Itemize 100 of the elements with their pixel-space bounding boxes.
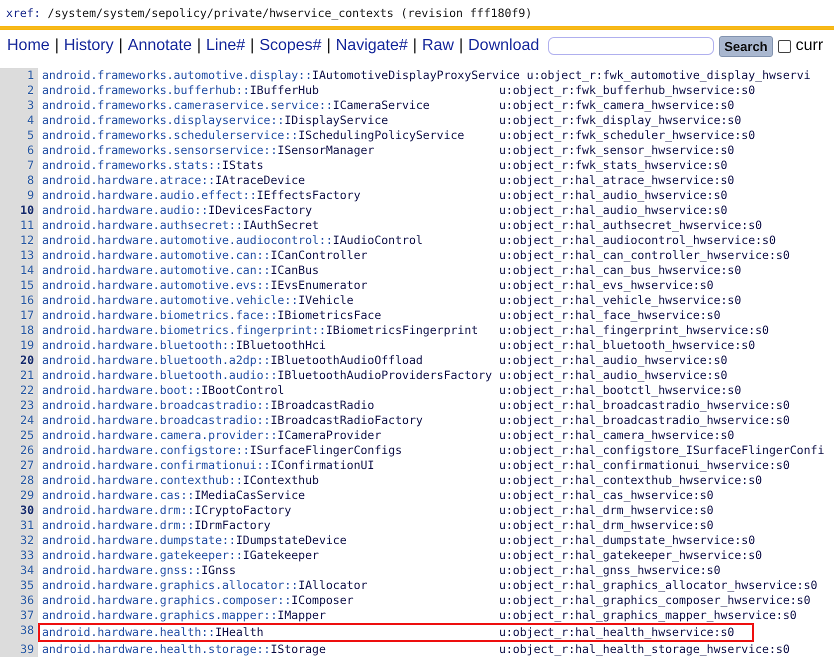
interface-name: IBiometricsFingerprint (326, 323, 478, 337)
line-number: 36 (0, 593, 38, 608)
nav-link[interactable]: Download (468, 37, 540, 55)
package-link[interactable]: android.hardware.graphics.mapper:: (42, 608, 278, 622)
package-link[interactable]: android.hardware.atrace:: (42, 173, 216, 187)
line-number: 33 (0, 548, 38, 563)
package-link[interactable]: android.hardware.automotive.audiocontrol:: (42, 233, 333, 247)
interface-name: IDumpstateDevice (236, 533, 347, 547)
line-number: 38 (0, 623, 38, 642)
package-link[interactable]: android.frameworks.displayservice:: (42, 113, 284, 127)
package-link[interactable]: android.hardware.broadcastradio:: (42, 398, 270, 412)
package-link[interactable]: android.hardware.bluetooth.a2dp:: (42, 353, 270, 367)
security-context: u:object_r:hal_audio_hwservice:s0 (498, 203, 728, 218)
interface-name: IMediaCasService (194, 488, 306, 502)
line-number: 18 (0, 323, 38, 338)
package-link[interactable]: android.hardware.boot:: (42, 383, 202, 397)
interface-name: ISchedulingPolicyService (298, 128, 464, 142)
security-context: u:object_r:hal_fingerprint_hwservice:s0 (498, 323, 769, 338)
checkbox[interactable] (778, 40, 791, 52)
line-number: 2 (0, 83, 38, 98)
package-link[interactable]: android.frameworks.stats:: (42, 158, 222, 172)
line-number: 11 (0, 218, 38, 233)
security-context: u:object_r:fwk_automotive_display_hwservi (526, 68, 811, 83)
package-link[interactable]: android.frameworks.cameraservice.service:: (42, 98, 333, 112)
interface-name: IMapper (277, 608, 326, 622)
line-number: 17 (0, 308, 38, 323)
nav-separator: | (458, 37, 464, 55)
package-link[interactable]: android.hardware.confirmationui:: (42, 458, 270, 472)
interface-name: IGatekeeper (242, 548, 319, 562)
interface-name: IConfirmationUI (270, 458, 374, 472)
package-link[interactable]: android.hardware.bluetooth:: (42, 338, 236, 352)
package-link[interactable]: android.hardware.gatekeeper:: (42, 548, 243, 562)
package-link[interactable]: android.hardware.bluetooth.audio:: (42, 368, 278, 382)
line-number: 24 (0, 413, 38, 428)
line-number: 14 (0, 263, 38, 278)
package-link[interactable]: android.hardware.dumpstate:: (42, 533, 236, 547)
package-link[interactable]: android.hardware.automotive.can:: (42, 263, 270, 277)
security-context: u:object_r:hal_bootctl_hwservice:s0 (498, 383, 742, 398)
xref-link[interactable]: xref: (6, 6, 41, 20)
line-number: 34 (0, 563, 38, 578)
package-link[interactable]: android.hardware.automotive.evs:: (42, 278, 270, 292)
package-link[interactable]: android.hardware.automotive.vehicle:: (42, 293, 298, 307)
nav-link[interactable]: Scopes# (259, 37, 322, 55)
package-link[interactable]: android.hardware.health.storage:: (42, 642, 270, 656)
package-link[interactable]: android.hardware.drm:: (42, 518, 194, 532)
package-link[interactable]: android.hardware.cas:: (42, 488, 194, 502)
interface-name: IAutomotiveDisplayProxyService (312, 68, 520, 82)
line-number: 20 (0, 353, 38, 368)
security-context: u:object_r:hal_gatekeeper_hwservice:s0 (498, 548, 762, 563)
interface-name: IStats (222, 158, 264, 172)
interface-name: IAllocator (298, 578, 368, 592)
interface-name: ICameraService (332, 98, 430, 112)
package-link[interactable]: android.hardware.drm:: (42, 503, 194, 517)
package-link[interactable]: android.hardware.authsecret:: (42, 218, 243, 232)
security-context: u:object_r:hal_can_bus_hwservice:s0 (498, 263, 742, 278)
security-context: u:object_r:hal_drm_hwservice:s0 (498, 503, 714, 518)
security-context: u:object_r:hal_gnss_hwservice:s0 (498, 563, 721, 578)
package-link[interactable]: android.hardware.contexthub:: (42, 473, 243, 487)
interface-name: IBluetoothAudioOffload (270, 353, 423, 367)
security-context: u:object_r:hal_configstore_ISurfaceFlingerConfi (498, 443, 824, 458)
package-link[interactable]: android.hardware.configstore:: (42, 443, 250, 457)
nav-link[interactable]: Line# (206, 37, 246, 55)
package-link[interactable]: android.hardware.broadcastradio:: (42, 413, 270, 427)
package-link[interactable]: android.hardware.audio.effect:: (42, 188, 257, 202)
package-link[interactable]: android.hardware.graphics.allocator:: (42, 578, 298, 592)
search-field[interactable] (548, 37, 714, 55)
package-link[interactable]: android.hardware.health:: (42, 625, 216, 639)
file-path: /system/system/sepolicy/private/hwservice_contexts (revision fff180f9) (48, 6, 532, 20)
line-number: 37 (0, 608, 38, 623)
nav-link[interactable]: Home (7, 37, 50, 55)
line-number: 19 (0, 338, 38, 353)
interface-name: IDisplayService (284, 113, 388, 127)
package-link[interactable]: android.frameworks.sensorservice:: (42, 143, 278, 157)
security-context: u:object_r:fwk_scheduler_hwservice:s0 (498, 128, 756, 143)
package-link[interactable]: android.hardware.audio:: (42, 203, 208, 217)
package-link[interactable]: android.hardware.camera.provider:: (42, 428, 278, 442)
nav-link[interactable]: Raw (422, 37, 454, 55)
search-button[interactable]: Search (719, 36, 773, 56)
package-link[interactable]: android.hardware.graphics.composer:: (42, 593, 292, 607)
interface-name: IContexthub (242, 473, 319, 487)
security-context: u:object_r:hal_vehicle_hwservice:s0 (498, 293, 742, 308)
package-link[interactable]: android.frameworks.bufferhub:: (42, 83, 250, 97)
package-link[interactable]: android.hardware.automotive.can:: (42, 248, 270, 262)
line-number: 29 (0, 488, 38, 503)
nav-link[interactable]: History (64, 37, 114, 55)
checkbox-label: curr (796, 37, 824, 55)
line-number: 16 (0, 293, 38, 308)
package-link[interactable]: android.hardware.gnss:: (42, 563, 202, 577)
security-context: u:object_r:hal_graphics_composer_hwservice:s0 (498, 593, 811, 608)
package-link[interactable]: android.hardware.biometrics.face:: (42, 308, 278, 322)
package-link[interactable]: android.hardware.biometrics.fingerprint:: (42, 323, 326, 337)
security-context: u:object_r:hal_graphics_mapper_hwservice:s0 (498, 608, 797, 623)
nav-link[interactable]: Navigate# (336, 37, 408, 55)
nav-link[interactable]: Annotate (128, 37, 192, 55)
security-context: u:object_r:fwk_display_hwservice:s0 (498, 113, 742, 128)
package-link[interactable]: android.frameworks.schedulerservice:: (42, 128, 298, 142)
interface-name: IDrmFactory (194, 518, 270, 532)
package-link[interactable]: android.frameworks.automotive.display:: (42, 68, 312, 82)
security-context: u:object_r:hal_broadcastradio_hwservice:s0 (498, 398, 790, 413)
security-context: u:object_r:hal_atrace_hwservice:s0 (498, 173, 734, 188)
